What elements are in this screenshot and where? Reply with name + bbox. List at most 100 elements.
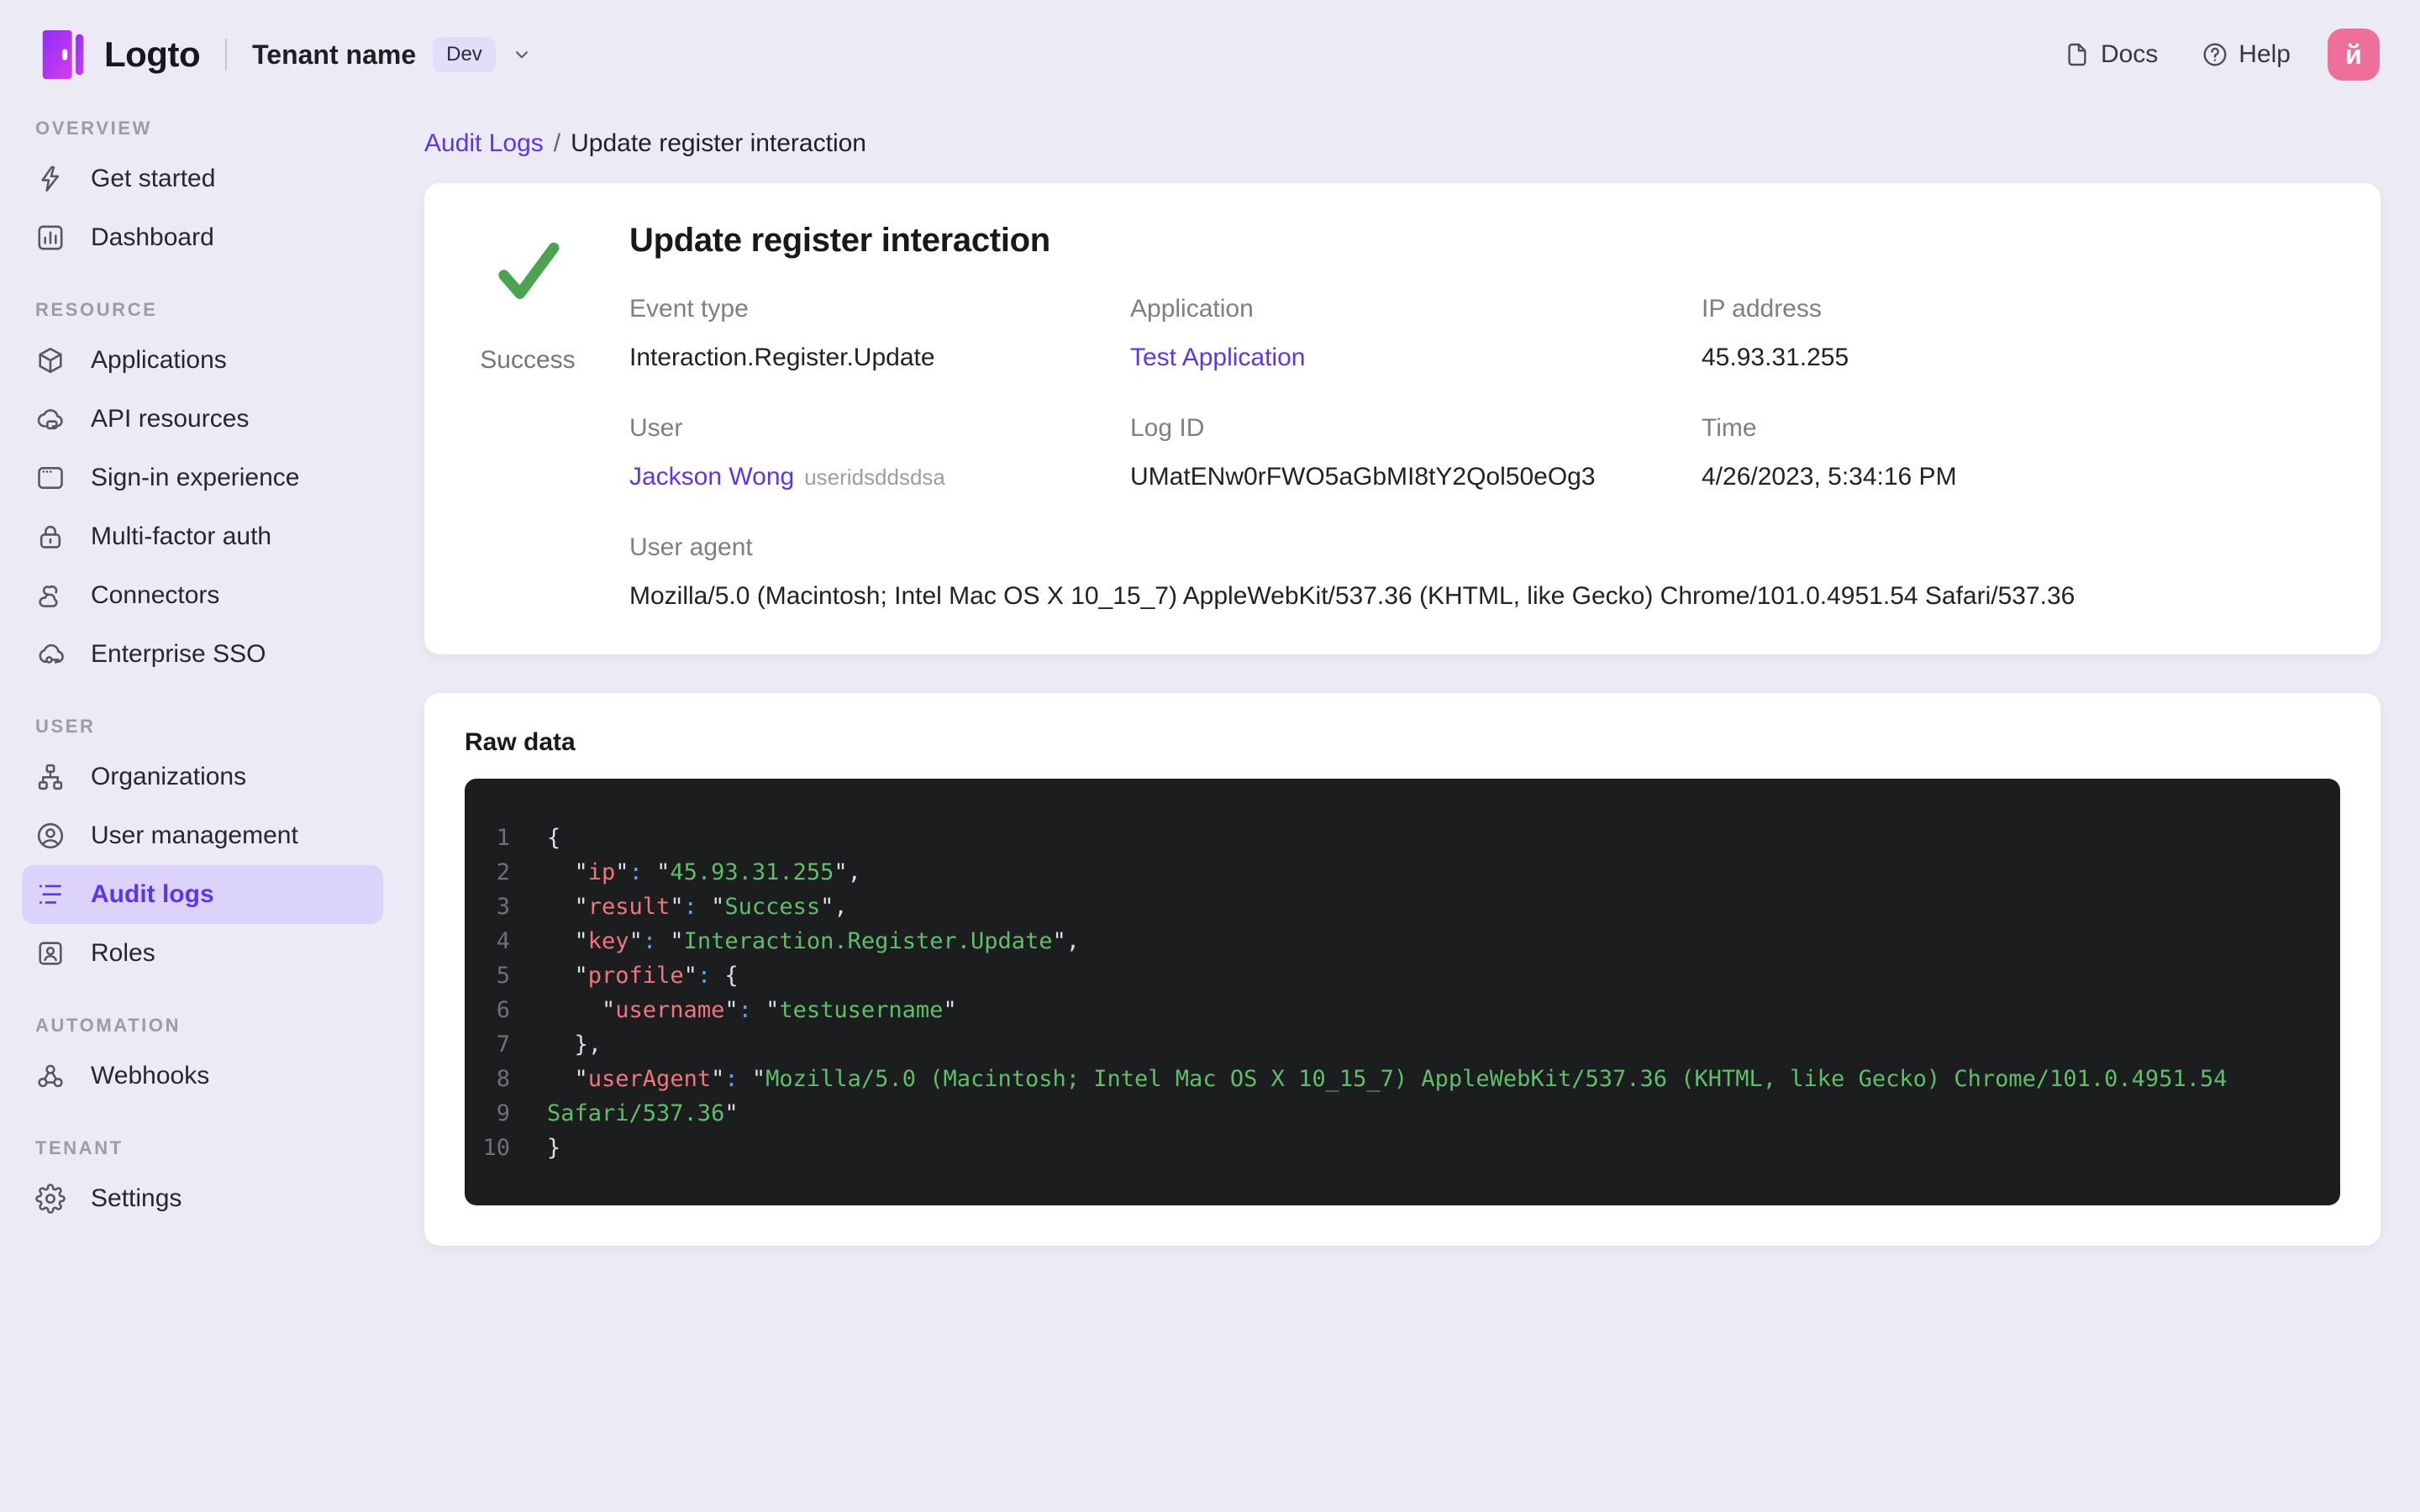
- raw-data-card: Raw data 1{2 "ip": "45.93.31.255", 3 "res…: [424, 693, 2381, 1246]
- sidebar-item-label: Connectors: [91, 581, 220, 609]
- code-line: 8 "userAgent": "Mozilla/5.0 (Macintosh; …: [465, 1062, 2320, 1096]
- line-number: 6: [496, 997, 510, 1023]
- sidebar-item-applications[interactable]: Applications: [22, 331, 383, 390]
- line-number: 8: [496, 1066, 510, 1092]
- sidebar-section-user: USER Organizations User management Audit lo…: [22, 716, 383, 983]
- sidebar-item-label: Roles: [91, 939, 155, 967]
- browser-icon: [35, 463, 66, 493]
- sidebar-item-organizations[interactable]: Organizations: [22, 748, 383, 806]
- code-line: 1{: [465, 821, 2320, 855]
- raw-data-code-block[interactable]: 1{2 "ip": "45.93.31.255", 3 "result": "Su…: [465, 779, 2340, 1205]
- gear-icon: [35, 1184, 66, 1214]
- line-number: 9: [496, 1100, 510, 1126]
- topbar: Logto Tenant name Dev Docs Help й: [0, 0, 2420, 109]
- code-line-content: "key": "Interaction.Register.Update",: [547, 928, 1081, 954]
- code-line-content: "ip": "45.93.31.255",: [547, 859, 861, 885]
- avatar[interactable]: й: [2328, 29, 2380, 81]
- code-line-content: "username": "testusername": [547, 997, 957, 1023]
- tenant-name: Tenant name: [252, 39, 417, 70]
- field-time: Time 4/26/2023, 5:34:16 PM: [1702, 414, 2333, 491]
- application-link[interactable]: Test Application: [1130, 344, 1305, 371]
- field-label: Application: [1130, 295, 1254, 323]
- help-button[interactable]: Help: [2202, 40, 2291, 69]
- sidebar-item-api-resources[interactable]: API resources: [22, 390, 383, 449]
- code-line: 4 "key": "Interaction.Register.Update",: [465, 924, 2320, 958]
- logo-text: Logto: [104, 34, 201, 74]
- code-line: 3 "result": "Success",: [465, 890, 2320, 924]
- line-number: 7: [496, 1032, 510, 1058]
- sidebar-item-dashboard[interactable]: Dashboard: [22, 208, 383, 267]
- sidebar-item-multi-factor-auth[interactable]: Multi-factor auth: [22, 507, 383, 566]
- tenant-switcher[interactable]: Tenant name Dev: [252, 37, 533, 72]
- field-label: IP address: [1702, 295, 1822, 323]
- connectors-icon: [35, 580, 66, 611]
- sidebar-item-connectors[interactable]: Connectors: [22, 566, 383, 625]
- bolt-icon: [35, 164, 66, 194]
- lock-icon: [35, 522, 66, 552]
- code-line-content: "result": "Success",: [547, 894, 848, 920]
- api-icon: [35, 404, 66, 434]
- sidebar-item-label: Settings: [91, 1184, 182, 1212]
- webhook-icon: [35, 1061, 66, 1091]
- line-number: 1: [496, 825, 510, 851]
- user-link[interactable]: Jackson Wong: [629, 463, 794, 491]
- org-icon: [35, 762, 66, 792]
- field-value: 45.93.31.255: [1702, 344, 2333, 372]
- env-badge: Dev: [433, 37, 496, 72]
- sidebar-item-roles[interactable]: Roles: [22, 924, 383, 983]
- sidebar-section-label: USER: [35, 716, 96, 737]
- breadcrumb-separator: /: [553, 129, 561, 157]
- sidebar-section-label: OVERVIEW: [35, 118, 152, 139]
- sidebar-item-label: Webhooks: [91, 1062, 210, 1089]
- audit-icon: [35, 879, 66, 910]
- code-line-content: {: [547, 825, 561, 851]
- cube-icon: [35, 345, 66, 375]
- sidebar-item-label: Enterprise SSO: [91, 640, 266, 668]
- field-label: Log ID: [1130, 414, 1205, 442]
- field-ip-address: IP address 45.93.31.255: [1702, 295, 2333, 372]
- help-circle-icon: [2202, 41, 2228, 68]
- dashboard-icon: [35, 223, 66, 253]
- sidebar-item-enterprise-sso[interactable]: Enterprise SSO: [22, 625, 383, 684]
- sidebar-item-webhooks[interactable]: Webhooks: [22, 1047, 383, 1105]
- success-check-icon: [489, 232, 566, 309]
- status-column: Success: [465, 222, 591, 611]
- sidebar-item-label: Multi-factor auth: [91, 522, 272, 550]
- sidebar-item-get-started[interactable]: Get started: [22, 150, 383, 208]
- sidebar-item-user-management[interactable]: User management: [22, 806, 383, 865]
- line-number: 3: [496, 894, 510, 920]
- field-value-suffix: useridsddsdsa: [804, 465, 945, 490]
- document-icon: [2064, 41, 2091, 68]
- code-line-content: }: [547, 1135, 561, 1161]
- sidebar-item-settings[interactable]: Settings: [22, 1169, 383, 1228]
- line-number: 5: [496, 963, 510, 989]
- topbar-divider: [225, 39, 228, 71]
- field-value-text: 45.93.31.255: [1702, 344, 1849, 371]
- breadcrumb-audit-logs-link[interactable]: Audit Logs: [424, 129, 544, 158]
- field-label: User: [629, 414, 683, 442]
- topbar-left: Logto Tenant name Dev: [37, 27, 533, 82]
- sidebar-item-label: Dashboard: [91, 223, 214, 251]
- code-line-content: Safari/537.36": [547, 1100, 739, 1126]
- sidebar: OVERVIEW Get started Dashboard RESOURCE Appl…: [0, 109, 403, 1228]
- field-value: Test Application: [1130, 344, 1702, 372]
- docs-label: Docs: [2100, 40, 2159, 68]
- sidebar-item-label: Organizations: [91, 763, 247, 790]
- sidebar-item-audit-logs[interactable]: Audit logs: [22, 865, 383, 924]
- docs-button[interactable]: Docs: [2064, 40, 2158, 69]
- sidebar-section-resource: RESOURCE Applications API resources Sign-in…: [22, 299, 383, 684]
- sidebar-item-sign-in-experience[interactable]: Sign-in experience: [22, 449, 383, 507]
- sidebar-section-label: TENANT: [35, 1137, 124, 1158]
- topbar-right: Docs Help й: [2020, 29, 2380, 81]
- code-line: 10}: [465, 1131, 2320, 1165]
- field-value: Interaction.Register.Update: [629, 344, 1130, 372]
- breadcrumb: Audit Logs / Update register interaction: [424, 129, 2381, 158]
- main-content: Audit Logs / Update register interaction…: [403, 109, 2420, 1246]
- sidebar-section-overview: OVERVIEW Get started Dashboard: [22, 118, 383, 267]
- field-value: 4/26/2023, 5:34:16 PM: [1702, 463, 2333, 491]
- code-line-content: },: [547, 1032, 602, 1058]
- field-value-text: Mozilla/5.0 (Macintosh; Intel Mac OS X 1…: [629, 582, 2075, 610]
- line-number: 4: [496, 928, 510, 954]
- code-line: 2 "ip": "45.93.31.255",: [465, 855, 2320, 890]
- log-detail-card: Success Update register interaction Even…: [424, 183, 2381, 654]
